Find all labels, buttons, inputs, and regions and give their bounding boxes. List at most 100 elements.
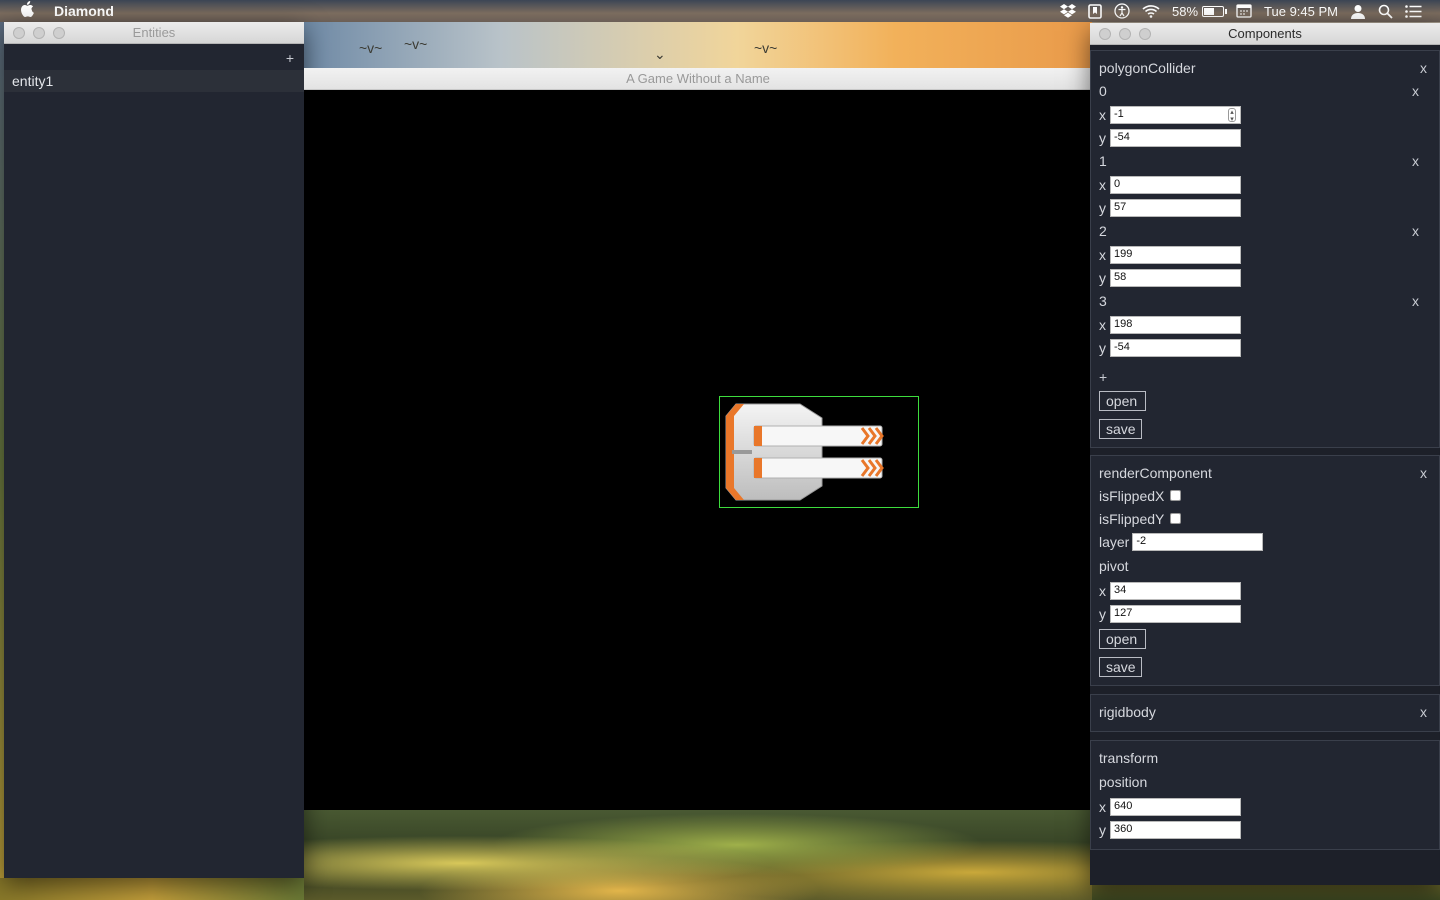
components-window: Components polygonCollider x 0 x x -1 ▴ ▾… bbox=[1090, 23, 1440, 885]
component-header: polygonCollider x bbox=[1099, 57, 1431, 79]
menu-bar: Diamond 58% Tue 9:45 PM bbox=[0, 0, 1440, 22]
window-controls bbox=[1099, 28, 1151, 40]
y-label: y bbox=[1099, 339, 1106, 356]
component-name: polygonCollider bbox=[1099, 60, 1196, 76]
point-index: 1 x bbox=[1099, 149, 1431, 173]
components-titlebar[interactable]: Components bbox=[1090, 23, 1440, 45]
y-label: y bbox=[1099, 129, 1106, 146]
remove-component-button[interactable]: x bbox=[1420, 462, 1427, 484]
input-value: -1 bbox=[1114, 107, 1124, 120]
calendar-icon[interactable] bbox=[1236, 4, 1252, 18]
component-header: renderComponent x bbox=[1099, 462, 1431, 484]
wifi-icon[interactable] bbox=[1142, 4, 1160, 18]
y-label: y bbox=[1099, 821, 1106, 838]
app-name-menu[interactable]: Diamond bbox=[54, 3, 114, 19]
point-y-input[interactable]: -54 bbox=[1110, 338, 1241, 357]
position-y-row: y 360 bbox=[1099, 818, 1431, 841]
battery-level bbox=[1204, 7, 1215, 15]
rigidbody-panel: rigidbody x bbox=[1090, 694, 1440, 732]
close-window-button[interactable] bbox=[1099, 28, 1111, 40]
point-index-label: 0 bbox=[1099, 83, 1107, 99]
remove-point-button[interactable]: x bbox=[1412, 149, 1419, 173]
add-entity-button[interactable]: + bbox=[286, 50, 294, 66]
remove-point-button[interactable]: x bbox=[1412, 289, 1419, 313]
point-y-input[interactable]: -54 bbox=[1110, 128, 1241, 147]
battery-percent: 58% bbox=[1172, 3, 1199, 19]
search-icon[interactable] bbox=[1378, 4, 1393, 19]
point-index: 0 x bbox=[1099, 79, 1431, 103]
point-x-input[interactable]: 198 bbox=[1110, 315, 1241, 334]
list-icon[interactable] bbox=[1405, 4, 1422, 18]
apple-menu-icon[interactable] bbox=[20, 0, 40, 22]
position-x-input[interactable]: 640 bbox=[1110, 797, 1241, 816]
turret-sprite[interactable] bbox=[722, 402, 884, 502]
remove-component-button[interactable]: x bbox=[1420, 57, 1427, 79]
zoom-window-button[interactable] bbox=[53, 27, 65, 39]
bird-icon: ~v~ bbox=[404, 36, 428, 52]
x-label: x bbox=[1099, 316, 1106, 333]
point-x-input[interactable]: 199 bbox=[1110, 245, 1241, 264]
render-component-panel: renderComponent x isFlippedX isFlippedY … bbox=[1090, 455, 1440, 686]
bird-icon: ~v~ bbox=[359, 40, 383, 56]
game-viewport[interactable] bbox=[304, 90, 1090, 810]
pivot-y-row: y 127 bbox=[1099, 602, 1431, 625]
save-button[interactable]: save bbox=[1099, 419, 1142, 439]
remove-component-button[interactable]: x bbox=[1420, 701, 1427, 723]
position-label: position bbox=[1099, 774, 1148, 790]
entities-window: Entities + entity1 bbox=[4, 22, 304, 878]
flip-x-checkbox[interactable] bbox=[1170, 490, 1182, 501]
point-y-input[interactable]: 57 bbox=[1110, 198, 1241, 217]
component-header: rigidbody x bbox=[1099, 701, 1431, 723]
desktop-background bbox=[0, 878, 304, 900]
point-x-input[interactable]: 0 bbox=[1110, 175, 1241, 194]
remove-point-button[interactable]: x bbox=[1412, 219, 1419, 243]
save-button[interactable]: save bbox=[1099, 657, 1142, 677]
add-point-button[interactable]: + bbox=[1099, 369, 1431, 385]
desktop-wallpaper-sky: ~v~ ~v~ ⌄ ~v~ bbox=[304, 22, 1092, 68]
layer-input[interactable]: -2 bbox=[1132, 532, 1264, 551]
window-title: A Game Without a Name bbox=[626, 71, 770, 86]
y-label: y bbox=[1099, 199, 1106, 216]
flip-y-checkbox[interactable] bbox=[1170, 513, 1182, 524]
remove-point-button[interactable]: x bbox=[1412, 79, 1419, 103]
zoom-window-button[interactable] bbox=[1139, 28, 1151, 40]
x-label: x bbox=[1099, 176, 1106, 193]
pivot-y-input[interactable]: 127 bbox=[1110, 604, 1241, 623]
bookmark-icon[interactable] bbox=[1088, 3, 1102, 19]
battery-status[interactable]: 58% bbox=[1172, 3, 1228, 19]
open-button[interactable]: open bbox=[1099, 629, 1146, 649]
clock[interactable]: Tue 9:45 PM bbox=[1264, 4, 1338, 19]
component-name: transform bbox=[1099, 750, 1159, 766]
minimize-window-button[interactable] bbox=[1119, 28, 1131, 40]
flip-x-row: isFlippedX bbox=[1099, 484, 1431, 507]
user-icon[interactable] bbox=[1350, 4, 1366, 19]
point-y-input[interactable]: 58 bbox=[1110, 268, 1241, 287]
component-name: renderComponent bbox=[1099, 465, 1212, 481]
dropbox-icon[interactable] bbox=[1060, 4, 1077, 18]
battery-icon bbox=[1202, 5, 1228, 17]
point-y-row: y 57 bbox=[1099, 196, 1431, 219]
minimize-window-button[interactable] bbox=[33, 27, 45, 39]
game-window-titlebar[interactable]: A Game Without a Name bbox=[304, 68, 1092, 90]
pivot-x-row: x 34 bbox=[1099, 579, 1431, 602]
x-label: x bbox=[1099, 246, 1106, 263]
bird-icon: ~v~ bbox=[754, 40, 778, 56]
entity-list-item[interactable]: entity1 bbox=[4, 70, 304, 92]
close-window-button[interactable] bbox=[13, 27, 25, 39]
stepper-icon[interactable]: ▴ ▾ bbox=[1228, 107, 1236, 123]
y-label: y bbox=[1099, 605, 1106, 622]
components-list: polygonCollider x 0 x x -1 ▴▾ y -54 1 x bbox=[1090, 47, 1440, 885]
polygon-collider-panel: polygonCollider x 0 x x -1 ▴▾ y -54 1 x bbox=[1090, 50, 1440, 448]
point-index-label: 1 bbox=[1099, 153, 1107, 169]
point-x-input[interactable]: -1 ▴ ▾ bbox=[1110, 105, 1241, 124]
entities-toolbar: + bbox=[4, 44, 304, 70]
pivot-x-input[interactable]: 34 bbox=[1110, 581, 1241, 600]
open-button[interactable]: open bbox=[1099, 391, 1146, 411]
entities-titlebar[interactable]: Entities bbox=[4, 22, 304, 44]
pivot-label: pivot bbox=[1099, 558, 1129, 574]
x-label: x bbox=[1099, 798, 1106, 815]
position-y-input[interactable]: 360 bbox=[1110, 820, 1241, 839]
point-x-row: x 0 bbox=[1099, 173, 1431, 196]
accessibility-icon[interactable] bbox=[1114, 3, 1130, 19]
status-menus: 58% Tue 9:45 PM bbox=[1060, 0, 1422, 22]
